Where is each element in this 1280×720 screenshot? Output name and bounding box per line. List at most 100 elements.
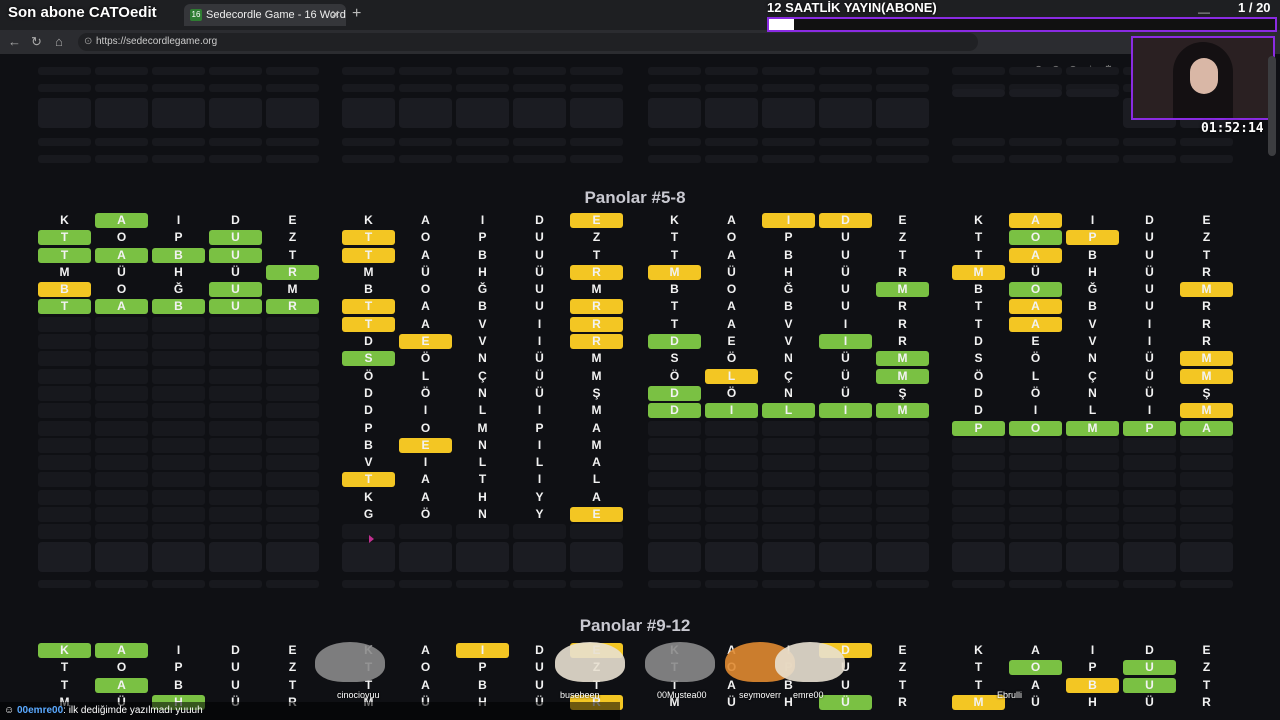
- empty-cell: [819, 455, 872, 471]
- input-cell[interactable]: [1066, 541, 1119, 572]
- input-cell[interactable]: [399, 97, 452, 128]
- input-cell[interactable]: [570, 541, 623, 572]
- guess-row: SÖNÜM: [952, 350, 1233, 367]
- input-row: [342, 97, 623, 133]
- empty-cell: [456, 524, 509, 540]
- board-9-12-4: KAIDETOPUZTABUTMÜHÜR: [952, 642, 1232, 711]
- input-cell[interactable]: [209, 97, 262, 128]
- tab-sedecordle[interactable]: 16 Sedecordle Game - 16 Words Wo ✕: [184, 4, 346, 26]
- letter-tile: M: [287, 282, 298, 297]
- letter-tile: M: [952, 264, 1005, 280]
- letter-tile: B: [152, 247, 205, 263]
- empty-cell: [570, 579, 623, 588]
- input-cell[interactable]: [762, 97, 815, 128]
- empty-cell: [95, 507, 148, 523]
- input-cell[interactable]: [152, 97, 205, 128]
- letter-tile: Ü: [841, 351, 850, 366]
- input-cell[interactable]: [952, 88, 1005, 97]
- letter-tile: I: [819, 334, 872, 350]
- letter-tile: D: [231, 213, 240, 227]
- input-cell[interactable]: [762, 541, 815, 572]
- input-cell[interactable]: [399, 541, 452, 572]
- letter-tile: I: [176, 213, 181, 227]
- input-cell[interactable]: [38, 97, 91, 128]
- input-cell[interactable]: [705, 541, 758, 572]
- input-cell[interactable]: [95, 541, 148, 572]
- board-row-thin: [952, 150, 1233, 167]
- input-cell[interactable]: [876, 97, 929, 128]
- input-cell[interactable]: [266, 97, 319, 128]
- board-row-thin: [342, 150, 623, 167]
- input-cell[interactable]: [209, 541, 262, 572]
- empty-cell: [570, 524, 623, 540]
- new-tab-icon[interactable]: +: [352, 5, 361, 23]
- input-cell[interactable]: [342, 541, 395, 572]
- empty-cell: [456, 137, 509, 146]
- board-row-thin: [38, 79, 319, 96]
- letter-tile: B: [478, 299, 487, 314]
- letter-tile: K: [38, 643, 91, 658]
- board-row-empty: [952, 471, 1233, 488]
- input-cell[interactable]: [266, 541, 319, 572]
- input-cell[interactable]: [705, 97, 758, 128]
- input-cell[interactable]: [876, 541, 929, 572]
- empty-cell: [209, 579, 262, 588]
- input-cell[interactable]: [342, 97, 395, 128]
- input-cell[interactable]: [1066, 88, 1119, 97]
- empty-cell: [342, 154, 395, 163]
- letter-tile: Ü: [535, 385, 544, 400]
- guess-row: KAHYA: [342, 489, 622, 506]
- empty-cell: [762, 489, 815, 505]
- letter-tile: I: [537, 472, 542, 487]
- url-field[interactable]: ⊙ https://sedecordlegame.org: [78, 33, 978, 51]
- letter-tile: I: [537, 334, 542, 349]
- cat-icon: [775, 642, 845, 682]
- letter-tile: M: [591, 351, 602, 366]
- input-cell[interactable]: [648, 541, 701, 572]
- input-cell[interactable]: [819, 541, 872, 572]
- letter-tile: M: [477, 420, 488, 435]
- empty-cell: [38, 368, 91, 384]
- input-cell[interactable]: [152, 541, 205, 572]
- input-cell[interactable]: [456, 97, 509, 128]
- input-cell[interactable]: [570, 97, 623, 128]
- input-cell[interactable]: [1123, 541, 1176, 572]
- input-cell[interactable]: [819, 97, 872, 128]
- guess-row: TABUT: [342, 247, 622, 264]
- empty-cell: [762, 137, 815, 146]
- empty-cell: [209, 84, 262, 93]
- input-cell[interactable]: [513, 541, 566, 572]
- guess-row: DILIM: [342, 402, 622, 419]
- letter-tile: L: [705, 368, 758, 384]
- input-cell[interactable]: [1009, 88, 1062, 97]
- empty-cell: [95, 385, 148, 401]
- letter-tile: U: [841, 299, 850, 314]
- letter-tile: R: [1202, 334, 1211, 349]
- guess-row: ÖLÇÜM: [342, 368, 622, 385]
- input-cell[interactable]: [456, 541, 509, 572]
- guess-row: BOĞUM: [38, 281, 318, 298]
- letter-tile: E: [1031, 334, 1040, 349]
- reload-icon[interactable]: ↻: [31, 33, 42, 51]
- letter-tile: V: [784, 334, 793, 349]
- input-cell[interactable]: [38, 541, 91, 572]
- back-icon[interactable]: ←: [8, 33, 21, 51]
- guess-row: DILIM: [648, 402, 929, 419]
- empty-cell: [95, 420, 148, 436]
- input-cell[interactable]: [648, 97, 701, 128]
- input-cell[interactable]: [95, 97, 148, 128]
- letter-tile: D: [648, 334, 701, 350]
- input-cell[interactable]: [513, 97, 566, 128]
- close-tab-icon[interactable]: ✕: [331, 4, 340, 26]
- scrollbar[interactable]: [1268, 56, 1276, 156]
- input-cell[interactable]: [1009, 541, 1062, 572]
- board-row-empty: [648, 454, 929, 471]
- input-cell[interactable]: [952, 541, 1005, 572]
- guess-row: TABUR: [38, 298, 319, 315]
- empty-cell: [209, 507, 262, 523]
- letter-tile: Z: [898, 660, 907, 675]
- home-icon[interactable]: ⌂: [55, 33, 63, 51]
- board-row-empty: [648, 489, 929, 506]
- empty-cell: [266, 368, 319, 384]
- input-cell[interactable]: [1180, 541, 1233, 572]
